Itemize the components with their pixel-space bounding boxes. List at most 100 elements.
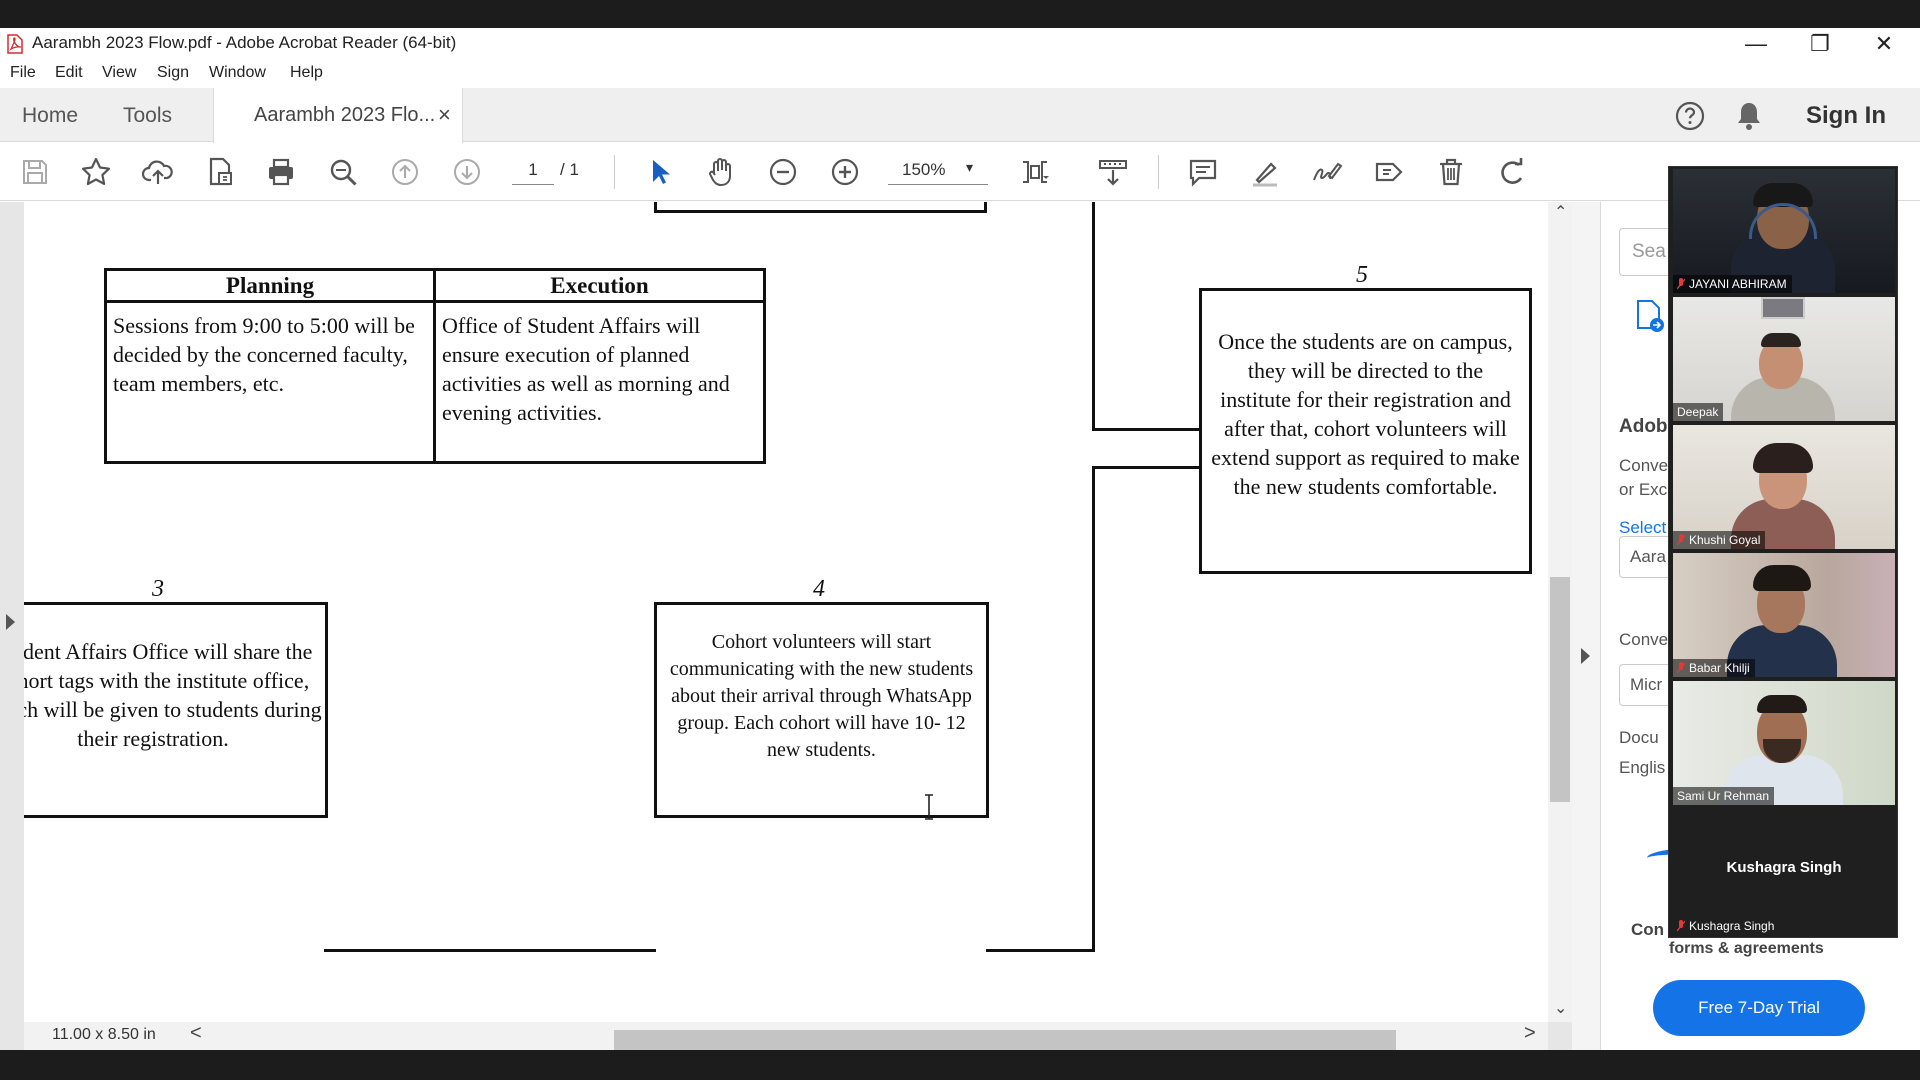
select-arrow-icon[interactable] bbox=[640, 153, 678, 191]
file-icon[interactable] bbox=[201, 153, 239, 191]
menu-window[interactable]: Window bbox=[209, 64, 266, 82]
help-icon[interactable] bbox=[1674, 100, 1706, 132]
step-4-box: Cohort volunteers will start communicati… bbox=[654, 602, 989, 818]
page-down-icon[interactable] bbox=[448, 153, 486, 191]
scroll-up-icon[interactable]: ⌃ bbox=[1554, 202, 1567, 222]
participant-tile[interactable]: Sami Ur Rehman bbox=[1673, 681, 1895, 805]
toolbar: 1 / 1 150% ▾ bbox=[0, 143, 1920, 201]
participant-name-text: JAYANI ABHIRAM bbox=[1689, 277, 1787, 291]
video-call-panel: JAYANI ABHIRAM Deepak Khushi Goyal Babar… bbox=[1668, 166, 1898, 938]
step-5-number: 5 bbox=[1356, 262, 1368, 288]
zoom-out-icon[interactable] bbox=[764, 153, 802, 191]
connector-line bbox=[1092, 202, 1095, 430]
scroll-right-icon[interactable]: > bbox=[1524, 1022, 1536, 1045]
scroll-left-icon[interactable]: < bbox=[190, 1022, 202, 1045]
comment-icon[interactable] bbox=[1184, 153, 1222, 191]
sign-in-link[interactable]: Sign In bbox=[1806, 102, 1886, 130]
scroll-mode-icon[interactable] bbox=[1094, 153, 1132, 191]
zoom-value: 150% bbox=[902, 160, 946, 179]
connector-line bbox=[1092, 428, 1202, 431]
menu-file[interactable]: File bbox=[10, 64, 36, 82]
select-file-link[interactable]: Select bbox=[1619, 518, 1666, 538]
connector-line bbox=[324, 949, 656, 952]
toolbar-divider bbox=[1158, 155, 1159, 189]
connector-line bbox=[1092, 466, 1095, 952]
sign-icon[interactable] bbox=[1308, 153, 1346, 191]
bell-icon[interactable] bbox=[1734, 100, 1764, 132]
step-4-text: Cohort volunteers will start communicati… bbox=[669, 631, 974, 761]
top-black-bar bbox=[0, 0, 1920, 28]
restore-button[interactable]: ❐ bbox=[1788, 28, 1852, 60]
table-cell-execution: Office of Student Affairs will ensure ex… bbox=[442, 313, 730, 425]
tag-icon[interactable] bbox=[1370, 153, 1408, 191]
hand-icon[interactable] bbox=[702, 153, 740, 191]
participant-name: JAYANI ABHIRAM bbox=[1673, 275, 1792, 293]
tab-home[interactable]: Home bbox=[22, 104, 78, 128]
horizontal-scroll-thumb[interactable] bbox=[614, 1030, 1396, 1050]
star-icon[interactable] bbox=[77, 153, 115, 191]
scroll-down-icon[interactable]: ⌄ bbox=[1554, 998, 1567, 1018]
upload-icon[interactable] bbox=[139, 153, 177, 191]
planning-execution-table: Planning Execution Sessions from 9:00 to… bbox=[104, 268, 766, 464]
table-header-planning: Planning bbox=[107, 271, 433, 303]
participant-tile[interactable]: Khushi Goyal bbox=[1673, 425, 1895, 549]
rotate-icon[interactable] bbox=[1494, 153, 1532, 191]
step-5-text: Once the students are on campus, they wi… bbox=[1211, 329, 1520, 499]
search-zoom-icon[interactable] bbox=[324, 153, 362, 191]
participant-hair bbox=[1753, 443, 1813, 473]
zoom-dropdown[interactable]: 150% ▾ bbox=[888, 155, 988, 185]
vertical-scroll-thumb[interactable] bbox=[1550, 577, 1570, 802]
pane-heading: Adob bbox=[1619, 416, 1668, 437]
left-panel-toggle[interactable] bbox=[0, 202, 24, 1050]
acrobat-logo-icon bbox=[7, 34, 23, 54]
fit-page-icon[interactable] bbox=[1016, 153, 1054, 191]
save-icon[interactable] bbox=[16, 153, 54, 191]
delete-icon[interactable] bbox=[1432, 153, 1470, 191]
participant-tile[interactable]: JAYANI ABHIRAM bbox=[1673, 169, 1895, 293]
chevron-down-icon: ▾ bbox=[966, 159, 974, 175]
participant-hair bbox=[1753, 565, 1811, 591]
export-pdf-icon[interactable] bbox=[1635, 298, 1667, 334]
participant-name: Kushagra Singh bbox=[1673, 917, 1779, 935]
participant-name: Sami Ur Rehman bbox=[1673, 787, 1775, 805]
menu-sign[interactable]: Sign bbox=[157, 64, 189, 82]
menu-help[interactable]: Help bbox=[290, 64, 323, 82]
bottom-black-bar bbox=[0, 1050, 1920, 1080]
participant-name-center: Kushagra Singh bbox=[1726, 859, 1842, 876]
step-3-text: Student Affairs Office will share the co… bbox=[24, 639, 322, 751]
acrobat-window: Aarambh 2023 Flow.pdf - Adobe Acrobat Re… bbox=[0, 28, 1920, 1050]
minimize-button[interactable]: — bbox=[1724, 28, 1788, 60]
highlight-icon[interactable] bbox=[1246, 153, 1284, 191]
connector-line bbox=[986, 949, 1095, 952]
participant-name-text: Khushi Goyal bbox=[1689, 533, 1761, 547]
close-tab-icon[interactable]: × bbox=[438, 102, 451, 128]
menu-edit[interactable]: Edit bbox=[55, 64, 83, 82]
free-trial-button[interactable]: Free 7-Day Trial bbox=[1653, 980, 1865, 1036]
zoom-in-icon[interactable] bbox=[826, 153, 864, 191]
promo-subtitle: forms & agreements bbox=[1669, 940, 1824, 957]
document-language-label: Docu bbox=[1619, 728, 1659, 747]
participant-name-text: Sami Ur Rehman bbox=[1677, 789, 1770, 803]
print-icon[interactable] bbox=[262, 153, 300, 191]
flow-box-top-remnant bbox=[654, 202, 987, 213]
tab-tools[interactable]: Tools bbox=[123, 104, 172, 128]
horizontal-scrollbar[interactable]: 11.00 x 8.50 in < > bbox=[24, 1022, 1548, 1050]
tab-document[interactable]: Aarambh 2023 Flo... × bbox=[213, 88, 463, 143]
page-number-input[interactable]: 1 bbox=[512, 155, 554, 185]
pdf-page[interactable]: Planning Execution Sessions from 9:00 to… bbox=[24, 202, 1548, 1022]
participant-tile[interactable]: Babar Khilji bbox=[1673, 553, 1895, 677]
language-value[interactable]: Englis bbox=[1619, 758, 1665, 778]
participant-name-text: Kushagra Singh bbox=[1689, 919, 1775, 933]
document-viewport[interactable]: Planning Execution Sessions from 9:00 to… bbox=[0, 202, 1600, 1050]
menu-view[interactable]: View bbox=[102, 64, 136, 82]
menu-bar: File Edit View Sign Window Help bbox=[0, 60, 1920, 88]
participant-name: Deepak bbox=[1673, 403, 1724, 421]
page-total: / 1 bbox=[560, 160, 579, 179]
participant-tile[interactable]: Deepak bbox=[1673, 297, 1895, 421]
participant-name: Babar Khilji bbox=[1673, 659, 1755, 677]
right-panel-toggle[interactable] bbox=[1572, 202, 1600, 1050]
participant-hair bbox=[1757, 695, 1807, 713]
wall-frame bbox=[1761, 297, 1805, 319]
close-window-button[interactable]: ✕ bbox=[1852, 28, 1916, 60]
page-up-icon[interactable] bbox=[386, 153, 424, 191]
